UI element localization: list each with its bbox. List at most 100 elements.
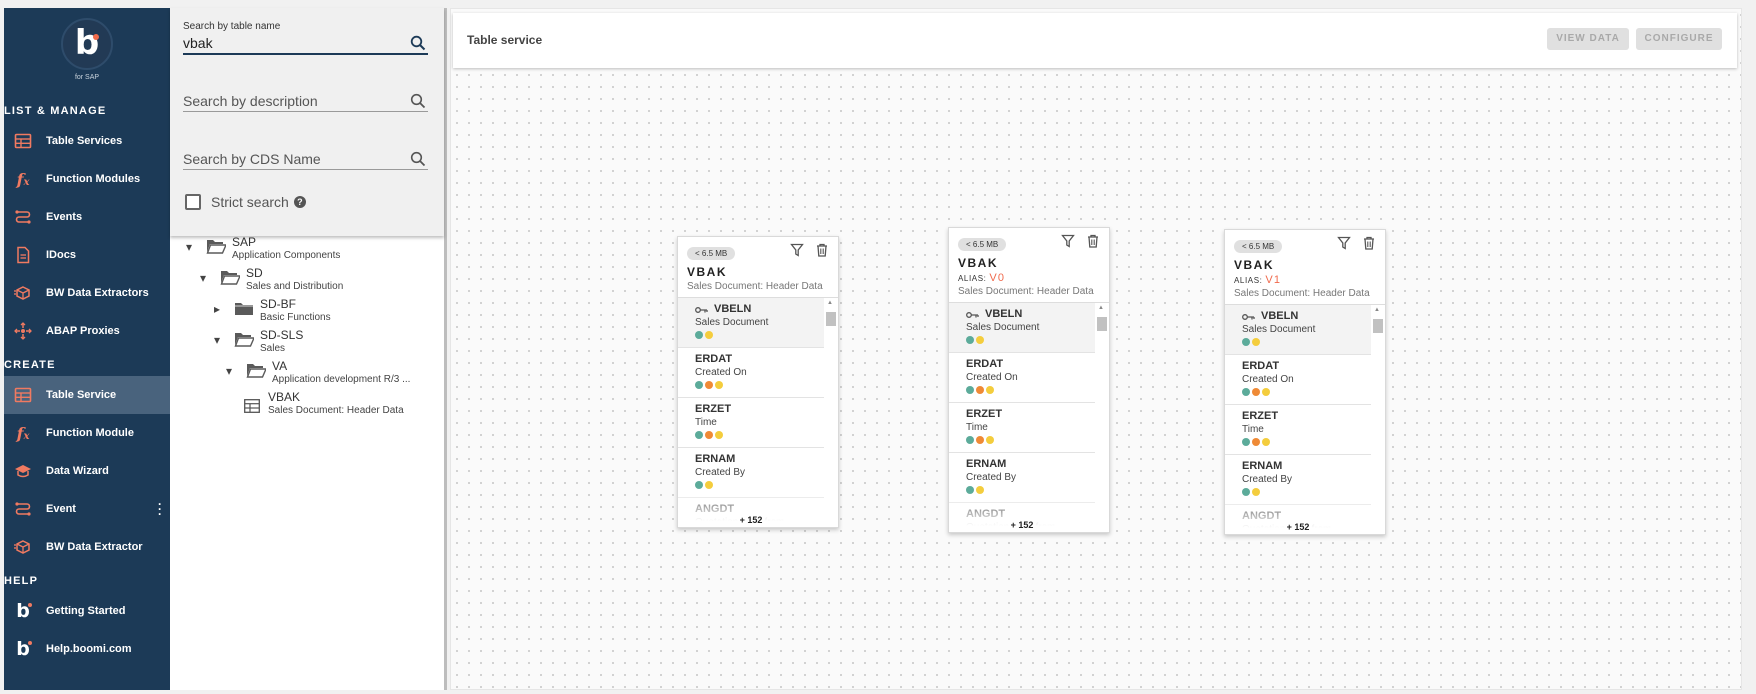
more-fields-count[interactable]: + 152 — [1225, 522, 1371, 532]
field-row[interactable]: ERZET Time — [949, 403, 1095, 453]
tree-item-folder[interactable]: ▾ SD-SLS Sales — [210, 329, 303, 356]
strict-search[interactable]: Strict search ? — [185, 194, 306, 210]
chevron-right-icon[interactable]: ▸ — [210, 302, 224, 316]
sidebar-item-label: BW Data Extractor — [46, 541, 143, 553]
scrollbar-thumb[interactable] — [1097, 317, 1107, 331]
tree-item-folder[interactable]: ▾ SAP Application Components — [182, 236, 340, 263]
table-card[interactable]: < 6.5 MB VBAK ALIAS: V0 Sales Document: Hea… — [948, 227, 1110, 533]
strict-search-checkbox[interactable] — [185, 194, 201, 210]
more-fields-count[interactable]: + 152 — [678, 515, 824, 525]
card-header: < 6.5 MB VBAK Sales Document: Header Data — [678, 237, 838, 297]
key-icon — [966, 310, 979, 318]
filter-icon[interactable] — [1061, 234, 1075, 248]
table-name-field[interactable]: Search by table name vbak — [183, 21, 428, 55]
description-input[interactable]: Search by description — [183, 91, 428, 111]
tree-item-name: VA — [272, 359, 288, 373]
sidebar-item-getting-started[interactable]: b Getting Started — [4, 592, 170, 630]
size-badge: < 6.5 MB — [687, 247, 736, 260]
field-name-text: ERDAT — [966, 358, 1004, 370]
field-flags — [1242, 438, 1371, 446]
sidebar-item-bw-data-extractor[interactable]: BW Data Extractor — [4, 528, 170, 566]
sidebar-item-event[interactable]: Event · · · — [4, 490, 170, 528]
sidebar-item-table-services[interactable]: Table Services — [4, 122, 170, 160]
tree-item-table[interactable]: VBAK Sales Document: Header Data — [244, 391, 404, 418]
boomi-logo[interactable]: b — [61, 18, 113, 70]
function-icon: fx — [16, 169, 30, 189]
tree-item-folder[interactable]: ▾ SD Sales and Distribution — [196, 267, 343, 294]
key-icon — [695, 305, 708, 313]
status-dot-yellow — [1252, 338, 1260, 346]
scroll-up-icon[interactable]: ▲ — [1374, 307, 1380, 313]
cds-name-field[interactable]: Search by CDS Name — [183, 149, 428, 170]
tree-item-folder[interactable]: ▸ SD-BF Basic Functions — [210, 298, 331, 325]
field-list[interactable]: VBELN Sales Document ERDAT Created On ERZET T… — [1225, 304, 1385, 534]
card-header: < 6.5 MB VBAK ALIAS: V1 Sales Document: Hea… — [1225, 230, 1385, 304]
more-fields-count[interactable]: + 152 — [949, 520, 1095, 530]
configure-button[interactable]: CONFIGURE — [1636, 28, 1722, 50]
sidebar-item-label: Getting Started — [46, 605, 126, 617]
sidebar-item-bw-data-extractors[interactable]: BW Data Extractors — [4, 274, 170, 312]
field-list[interactable]: VBELN Sales Document ERDAT Created On ERZET T… — [949, 302, 1109, 532]
table-card[interactable]: < 6.5 MB VBAK ALIAS: V1 Sales Document: Hea… — [1224, 229, 1386, 535]
view-data-button[interactable]: VIEW DATA — [1547, 28, 1629, 50]
cds-name-input[interactable]: Search by CDS Name — [183, 149, 428, 169]
chevron-down-icon[interactable]: ▾ — [222, 364, 236, 378]
field-row[interactable]: ERDAT Created On — [949, 353, 1095, 403]
sidebar-item-help-boomi-com[interactable]: b Help.boomi.com — [4, 630, 170, 668]
status-dot-yellow — [976, 336, 984, 344]
sidebar-item-table-service[interactable]: Table Service — [4, 376, 170, 414]
status-dot-teal — [966, 336, 974, 344]
help-icon[interactable]: ? — [293, 196, 306, 208]
table-icon — [13, 131, 33, 151]
field-name-text: ERDAT — [695, 353, 733, 365]
field-row[interactable]: ERZET Time — [1225, 405, 1371, 455]
sidebar-item-idocs[interactable]: IDocs — [4, 236, 170, 274]
folder-open-icon — [234, 331, 256, 347]
scroll-up-icon[interactable]: ▲ — [827, 300, 833, 306]
table-name-label: Search by table name — [183, 21, 281, 32]
extractor-icon — [13, 283, 33, 303]
field-list[interactable]: VBELN Sales Document ERDAT Created On ERZET T… — [678, 297, 838, 527]
scrollbar[interactable]: ▲ — [1373, 307, 1383, 531]
scrollbar[interactable]: ▲ — [826, 300, 836, 524]
field-name: ERNAM — [966, 458, 1095, 470]
scrollbar-thumb[interactable] — [1373, 319, 1383, 333]
delete-icon[interactable] — [815, 243, 829, 257]
scroll-up-icon[interactable]: ▲ — [1098, 305, 1104, 311]
scrollbar[interactable]: ▲ — [1097, 305, 1107, 529]
chevron-down-icon[interactable]: ▾ — [210, 333, 224, 347]
table-name-input[interactable]: vbak — [183, 33, 428, 53]
delete-icon[interactable] — [1362, 236, 1376, 250]
sidebar-item-abap-proxies[interactable]: ABAP Proxies — [4, 312, 170, 350]
chevron-down-icon[interactable]: ▾ — [182, 240, 196, 254]
sidebar-item-data-wizard[interactable]: Data Wizard — [4, 452, 170, 490]
field-description: Time — [966, 422, 988, 433]
sidebar-item-function-module[interactable]: fx Function Module — [4, 414, 170, 452]
scrollbar-thumb[interactable] — [826, 312, 836, 326]
status-dot-yellow — [705, 331, 713, 339]
field-row[interactable]: ERZET Time — [678, 398, 824, 448]
chevron-down-icon[interactable]: ▾ — [196, 271, 210, 285]
sidebar-item-label: Table Services — [46, 135, 123, 147]
sidebar-item-events[interactable]: Events — [4, 198, 170, 236]
search-icon[interactable] — [410, 93, 426, 109]
tree-item-folder[interactable]: ▾ VA Application development R/3 ... — [222, 360, 410, 387]
boomi-logo-icon: b — [13, 638, 33, 660]
filter-icon[interactable] — [1337, 236, 1351, 250]
delete-icon[interactable] — [1086, 234, 1100, 248]
search-icon[interactable] — [410, 35, 426, 51]
alias-label: ALIAS: — [958, 274, 987, 283]
filter-icon[interactable] — [790, 243, 804, 257]
field-row[interactable]: VBELN Sales Document — [1225, 305, 1371, 355]
field-row[interactable]: VBELN Sales Document — [949, 303, 1095, 353]
sidebar-item-function-modules[interactable]: fx Function Modules — [4, 160, 170, 198]
table-card[interactable]: < 6.5 MB VBAK Sales Document: Header Data V… — [677, 236, 839, 528]
tree-item-text: SD Sales and Distribution — [246, 267, 343, 294]
field-row[interactable]: ERDAT Created On — [678, 348, 824, 398]
description-field[interactable]: Search by description — [183, 91, 428, 112]
field-row[interactable]: VBELN Sales Document — [678, 298, 824, 348]
field-row[interactable]: ERDAT Created On — [1225, 355, 1371, 405]
more-vert-icon[interactable]: · · · — [158, 498, 162, 520]
splitter[interactable] — [444, 8, 447, 690]
search-icon[interactable] — [410, 151, 426, 167]
